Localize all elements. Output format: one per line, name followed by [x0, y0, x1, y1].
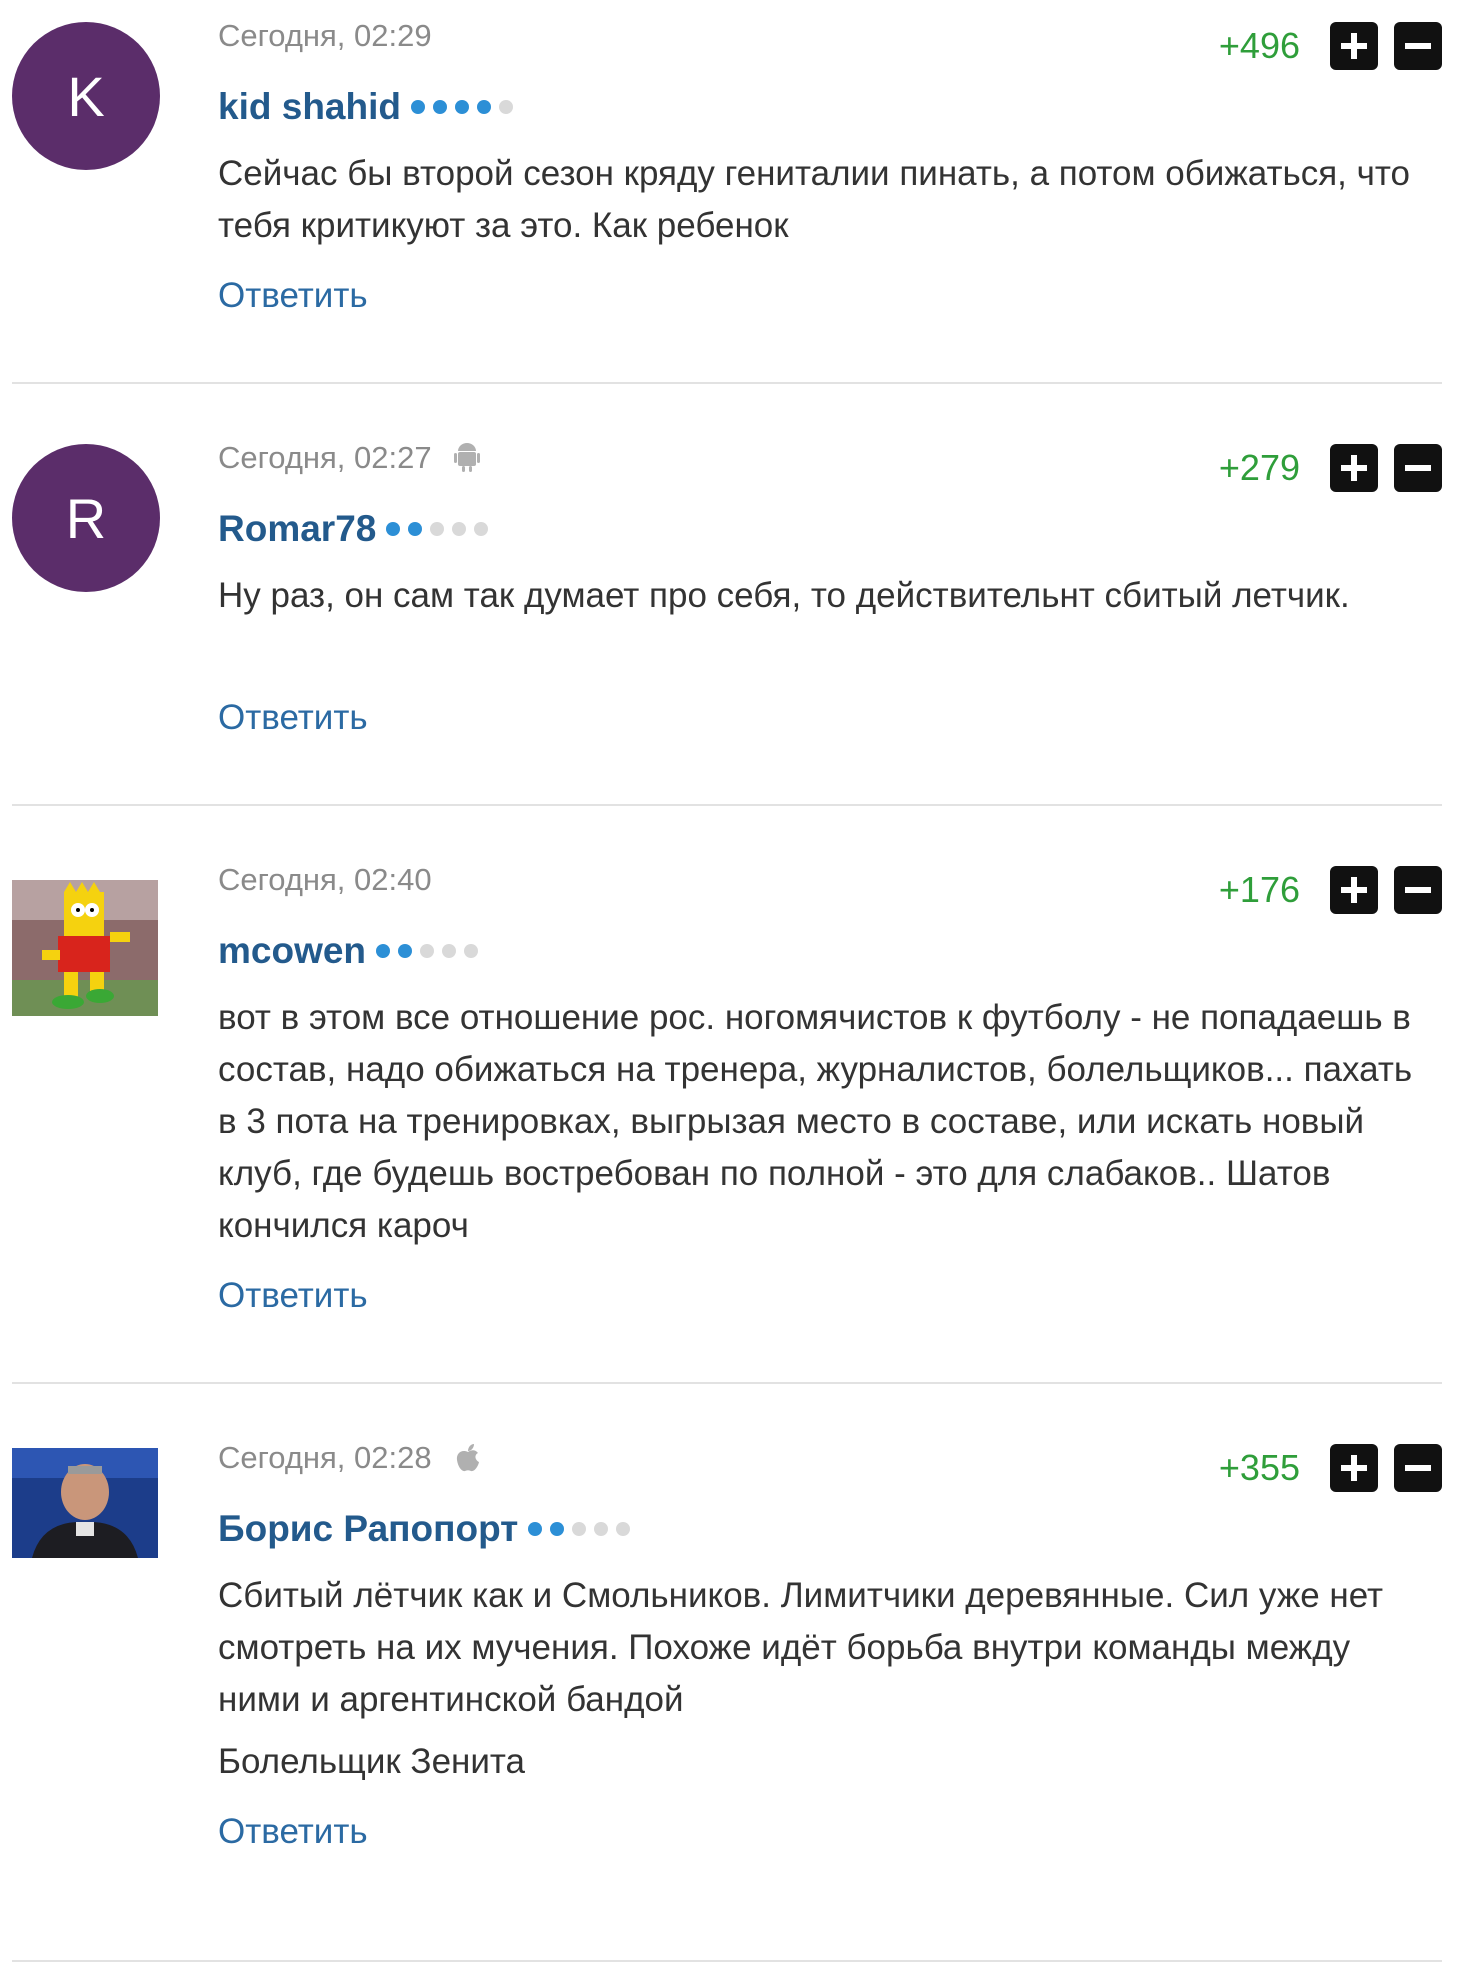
reply-link[interactable]: Ответить: [218, 1276, 368, 1316]
avatar[interactable]: K: [12, 22, 160, 170]
bart-avatar-icon: [12, 880, 158, 1016]
vote-score: +176: [1218, 869, 1300, 910]
comment-text: вот в этом все отношение рос. ногомячист…: [218, 998, 1413, 1245]
signature: Болельщик Зенита: [218, 1742, 526, 1781]
author-name[interactable]: Romar78: [218, 508, 496, 550]
divider: [12, 804, 1442, 806]
plus-icon: [1341, 1455, 1367, 1481]
author-name[interactable]: mcowen: [218, 930, 486, 972]
person-avatar-icon: [12, 1448, 158, 1558]
reply-link[interactable]: Ответить: [218, 1812, 368, 1852]
upvote-button[interactable]: [1330, 444, 1378, 492]
comment-time: Сегодня, 02:27: [218, 440, 480, 476]
apple-icon: [454, 1443, 482, 1473]
vote-score: +279: [1218, 447, 1300, 488]
minus-icon: [1405, 1465, 1431, 1471]
upvote-button[interactable]: [1330, 866, 1378, 914]
vote-controls: +355: [1219, 1444, 1442, 1492]
downvote-button[interactable]: [1394, 866, 1442, 914]
divider: [12, 382, 1442, 384]
user-rating: [410, 100, 521, 114]
reply-link[interactable]: Ответить: [218, 698, 368, 738]
comment-time: Сегодня, 02:40: [218, 862, 432, 897]
comment-time: Сегодня, 02:28: [218, 1440, 482, 1476]
author-name[interactable]: kid shahid: [218, 86, 521, 128]
user-rating: [386, 522, 496, 536]
downvote-button[interactable]: [1394, 22, 1442, 70]
plus-icon: [1341, 877, 1367, 903]
downvote-button[interactable]: [1394, 444, 1442, 492]
vote-controls: +279: [1219, 444, 1442, 492]
plus-icon: [1341, 33, 1367, 59]
comment-text: Сбитый лётчик как и Смольников. Лимитчик…: [218, 1576, 1384, 1719]
minus-icon: [1405, 887, 1431, 893]
downvote-button[interactable]: [1394, 1444, 1442, 1492]
minus-icon: [1405, 465, 1431, 471]
author-name[interactable]: Борис Рапопорт: [218, 1508, 638, 1550]
upvote-button[interactable]: [1330, 22, 1378, 70]
vote-controls: +496: [1219, 22, 1442, 70]
comment-time: Сегодня, 02:29: [218, 18, 432, 53]
android-icon: [453, 443, 480, 473]
vote-controls: +176: [1219, 866, 1442, 914]
avatar[interactable]: R: [12, 444, 160, 592]
comment-text: Сейчас бы второй сезон кряду гениталии п…: [218, 154, 1410, 245]
reply-link[interactable]: Ответить: [218, 276, 368, 316]
comment-text: Ну раз, он сам так думает про себя, то д…: [218, 576, 1350, 615]
vote-score: +355: [1218, 1447, 1300, 1488]
avatar[interactable]: [12, 880, 158, 1016]
divider: [12, 1382, 1442, 1384]
minus-icon: [1405, 43, 1431, 49]
upvote-button[interactable]: [1330, 1444, 1378, 1492]
avatar[interactable]: [12, 1448, 158, 1558]
vote-score: +496: [1218, 25, 1300, 66]
user-rating: [528, 1522, 638, 1536]
plus-icon: [1341, 455, 1367, 481]
user-rating: [376, 944, 486, 958]
